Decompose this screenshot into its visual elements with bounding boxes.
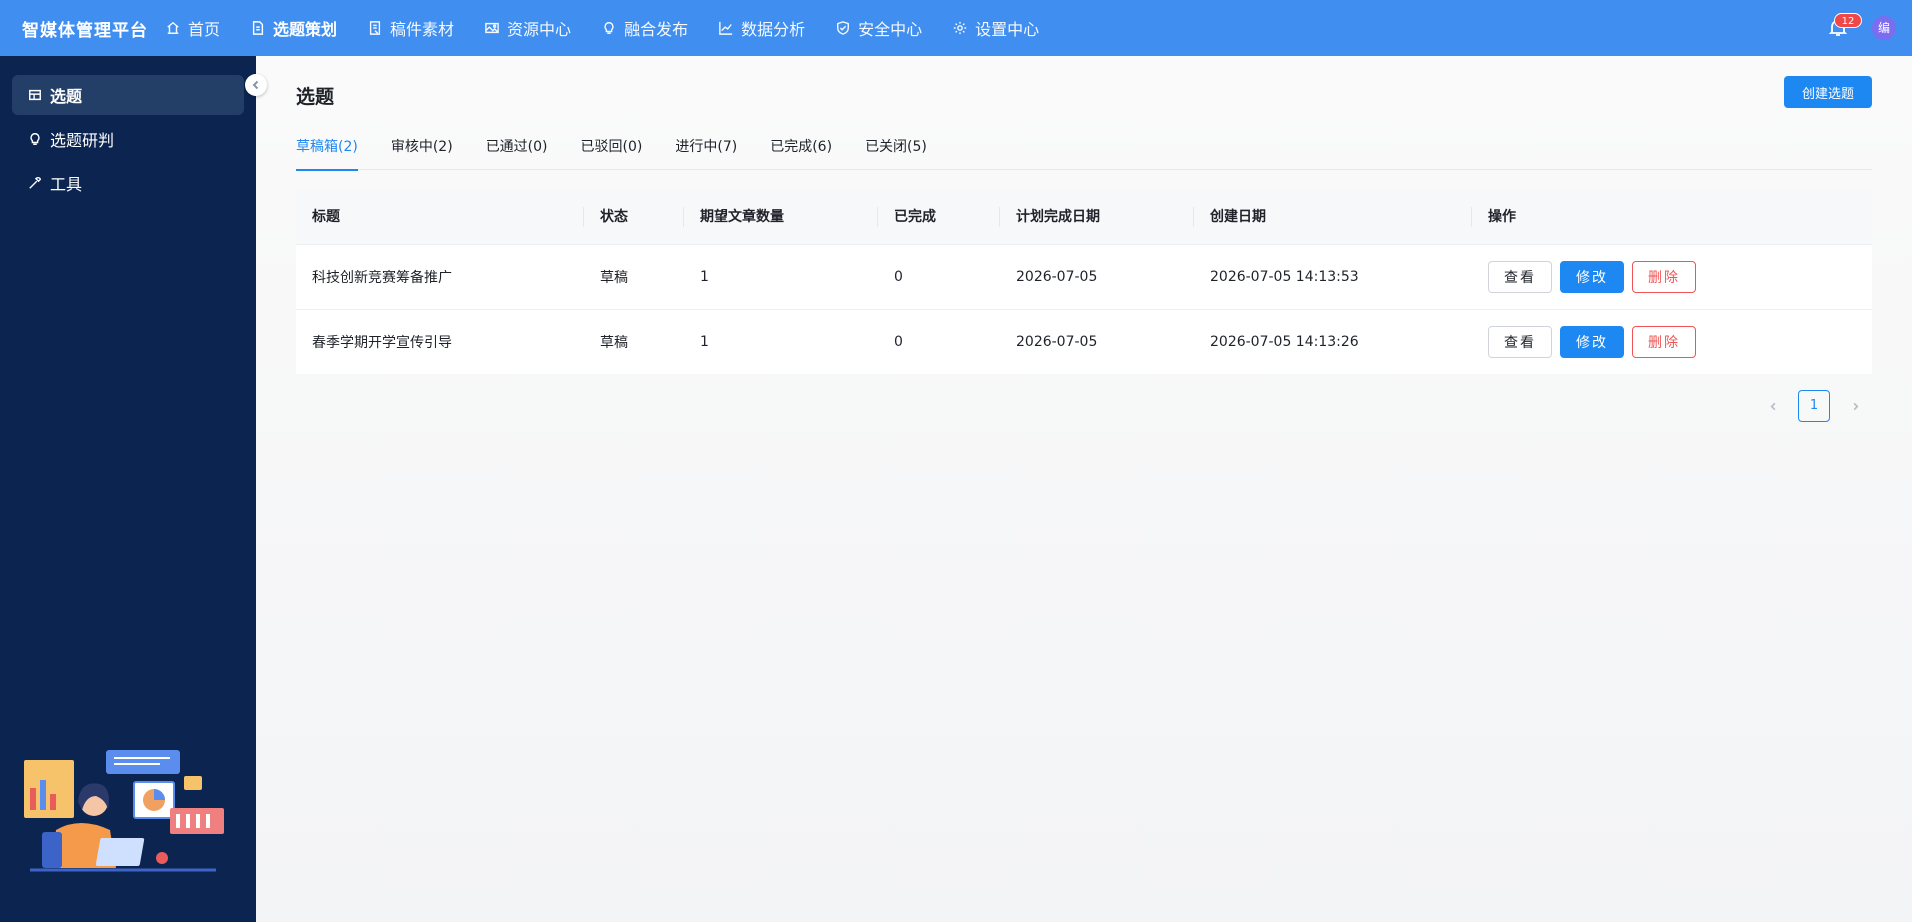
cell-actions: 查看 修改 删除 [1472, 326, 1872, 358]
cell-expected-count: 1 [700, 269, 709, 285]
nav-settings[interactable]: 设置中心 [953, 16, 1039, 40]
nav-label: 资源中心 [507, 20, 572, 39]
cell-completed: 0 [894, 334, 903, 350]
pagination: 1 [1758, 390, 1870, 422]
column-header-expected-count: 期望文章数量 [684, 190, 878, 244]
delete-button[interactable]: 删除 [1632, 261, 1696, 293]
avatar[interactable]: 编 [1872, 16, 1896, 40]
tab-closed[interactable]: 已关闭(5) [865, 132, 927, 170]
sidebar-item-label: 选题研判 [50, 131, 115, 150]
cell-actions: 查看 修改 删除 [1472, 261, 1872, 293]
edit-button[interactable]: 修改 [1560, 326, 1624, 358]
sidebar-collapse-button[interactable] [245, 74, 267, 96]
topics-table: 标题 状态 期望文章数量 已完成 计划完成日期 创建日期 操作 科技创新竞赛筹备… [296, 190, 1872, 374]
next-page-button[interactable] [1840, 391, 1870, 421]
view-button[interactable]: 查看 [1488, 326, 1552, 358]
tab-drafts[interactable]: 草稿箱(2) [296, 132, 358, 171]
table-row: 科技创新竞赛筹备推广 草稿 1 0 2026-07-05 2026-07-05 … [296, 244, 1872, 309]
nav-label: 设置中心 [975, 20, 1040, 39]
nav-label: 选题策划 [273, 20, 338, 39]
nav-label: 数据分析 [741, 20, 806, 39]
nav-resources[interactable]: 资源中心 [485, 16, 571, 40]
gear-icon [953, 21, 967, 35]
column-header-status: 状态 [584, 190, 684, 244]
sidebar-item-topic-analysis[interactable]: 选题研判 [12, 119, 244, 159]
prev-page-button[interactable] [1758, 391, 1788, 421]
chevron-left-icon [252, 80, 259, 90]
image-icon [485, 22, 499, 34]
main-content: 选题 创建选题 草稿箱(2) 审核中(2) 已通过(0) 已驳回(0) 进行中(… [256, 56, 1912, 922]
nav-label: 稿件素材 [390, 20, 455, 39]
chevron-left-icon [1770, 402, 1775, 410]
tab-approved[interactable]: 已通过(0) [486, 132, 548, 170]
column-header-plan-date: 计划完成日期 [1000, 190, 1194, 244]
edit-button[interactable]: 修改 [1560, 261, 1624, 293]
view-button[interactable]: 查看 [1488, 261, 1552, 293]
document-icon [252, 21, 264, 35]
cell-plan-date: 2026-07-05 [1016, 269, 1098, 285]
nav-label: 首页 [188, 20, 221, 39]
nav-publish[interactable]: 融合发布 [602, 16, 688, 40]
nav-topic-planning[interactable]: 选题策划 [251, 16, 337, 40]
sidebar-illustration [24, 750, 224, 872]
sidebar-item-label: 工具 [50, 175, 83, 194]
app-brand: 智媒体管理平台 [22, 20, 148, 41]
top-navbar: 智媒体管理平台 首页 选题策划 稿件素材 资源中心 融合发布 数据分析 安全中心 [0, 0, 1912, 56]
nav-security[interactable]: 安全中心 [836, 16, 922, 40]
nav-manuscripts[interactable]: 稿件素材 [368, 16, 454, 40]
bulb-icon [30, 133, 40, 145]
create-topic-button[interactable]: 创建选题 [1784, 76, 1872, 108]
column-header-title: 标题 [296, 190, 584, 244]
cell-status: 草稿 [600, 270, 628, 286]
cell-expected-count: 1 [700, 334, 709, 350]
cell-created-date: 2026-07-05 14:13:53 [1210, 269, 1359, 285]
notification-badge: 12 [1834, 13, 1862, 28]
column-header-completed: 已完成 [878, 190, 1000, 244]
nav-analytics[interactable]: 数据分析 [719, 16, 805, 40]
cell-title: 春季学期开学宣传引导 [312, 335, 452, 351]
cell-completed: 0 [894, 269, 903, 285]
column-header-created-date: 创建日期 [1194, 190, 1472, 244]
sidebar-item-label: 选题 [50, 87, 83, 106]
nav-home[interactable]: 首页 [166, 16, 220, 40]
delete-button[interactable]: 删除 [1632, 326, 1696, 358]
main-nav: 首页 选题策划 稿件素材 资源中心 融合发布 数据分析 安全中心 设置中心 [166, 16, 1070, 40]
table-row: 春季学期开学宣传引导 草稿 1 0 2026-07-05 2026-07-05 … [296, 309, 1872, 374]
cell-plan-date: 2026-07-05 [1016, 334, 1098, 350]
table-header: 标题 状态 期望文章数量 已完成 计划完成日期 创建日期 操作 [296, 190, 1872, 244]
page-number-current[interactable]: 1 [1798, 390, 1830, 422]
chart-icon [719, 21, 733, 35]
cell-created-date: 2026-07-05 14:13:26 [1210, 334, 1359, 350]
tab-in-progress[interactable]: 进行中(7) [675, 132, 737, 170]
cell-status: 草稿 [600, 335, 628, 351]
tab-in-review[interactable]: 审核中(2) [391, 132, 453, 170]
home-icon [167, 21, 179, 34]
nav-label: 安全中心 [858, 20, 923, 39]
sidebar-item-topics[interactable]: 选题 [12, 75, 244, 115]
tab-rejected[interactable]: 已驳回(0) [581, 132, 643, 170]
cell-title: 科技创新竞赛筹备推广 [312, 270, 452, 286]
grid-icon [29, 89, 41, 101]
column-header-actions: 操作 [1488, 209, 1516, 225]
bulb-icon [604, 22, 614, 34]
chevron-right-icon [1853, 402, 1858, 410]
nav-label: 融合发布 [624, 20, 689, 39]
tab-completed[interactable]: 已完成(6) [770, 132, 832, 170]
page-title: 选题 [296, 86, 335, 108]
sidebar: 选题 选题研判 工具 [0, 56, 256, 922]
sidebar-item-tools[interactable]: 工具 [12, 163, 244, 203]
shield-icon [837, 21, 850, 35]
manuscript-icon [369, 21, 381, 35]
wrench-icon [29, 176, 41, 189]
status-tabs: 草稿箱(2) 审核中(2) 已通过(0) 已驳回(0) 进行中(7) 已完成(6… [296, 132, 1872, 171]
